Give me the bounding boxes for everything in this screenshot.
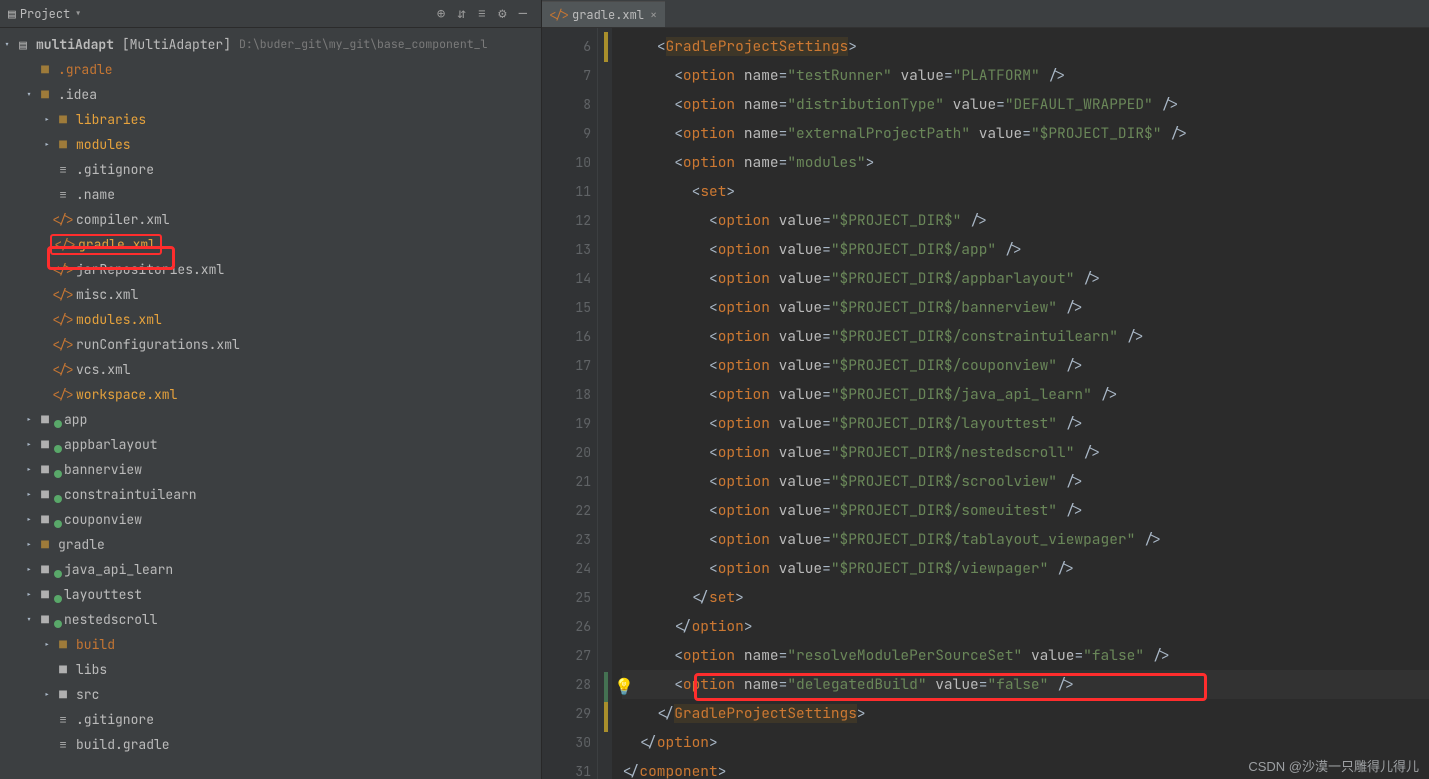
tree-item[interactable]: ≡build.gradle xyxy=(0,732,541,757)
code-line[interactable]: <option value="$PROJECT_DIR$/appbarlayou… xyxy=(622,264,1429,293)
tree-item[interactable]: ▸■bannerview xyxy=(0,457,541,482)
tree-item[interactable]: </>misc.xml xyxy=(0,282,541,307)
tree-item[interactable]: ▸■gradle xyxy=(0,532,541,557)
code-line[interactable]: </set> xyxy=(622,583,1429,612)
code-line[interactable]: <option name="resolveModulePerSourceSet"… xyxy=(622,641,1429,670)
tree-item[interactable]: ≡.gitignore xyxy=(0,707,541,732)
tree-item[interactable]: ▸■src xyxy=(0,682,541,707)
tree-item[interactable]: ▾■.idea xyxy=(0,82,541,107)
tree-item[interactable]: ▸■app xyxy=(0,407,541,432)
code-line[interactable]: <set> xyxy=(622,177,1429,206)
tree-item[interactable]: ≡.name xyxy=(0,182,541,207)
tree-item[interactable]: </>modules.xml xyxy=(0,307,541,332)
code-line[interactable]: <option value="$PROJECT_DIR$/someuitest"… xyxy=(622,496,1429,525)
code-line[interactable]: <option value="$PROJECT_DIR$/viewpager" … xyxy=(622,554,1429,583)
project-panel: ▤ Project ▾ ⊕ ⇵ ≡ ⚙ — ▾▤multiAdapt [Mult… xyxy=(0,0,542,779)
code-line[interactable]: <GradleProjectSettings> xyxy=(622,32,1429,61)
code-line[interactable]: <option name="delegatedBuild" value="fal… xyxy=(622,670,1429,699)
tree-item[interactable]: </>runConfigurations.xml xyxy=(0,332,541,357)
code-line[interactable]: <option name="distributionType" value="D… xyxy=(622,90,1429,119)
code-line[interactable]: <option value="$PROJECT_DIR$/bannerview"… xyxy=(622,293,1429,322)
tree-item[interactable]: ▾■nestedscroll xyxy=(0,607,541,632)
code-line[interactable]: </option> xyxy=(622,728,1429,757)
code-line[interactable]: <option name="testRunner" value="PLATFOR… xyxy=(622,61,1429,90)
tree-item[interactable]: </>jarRepositories.xml xyxy=(0,257,541,282)
tree-item[interactable]: </>vcs.xml xyxy=(0,357,541,382)
project-title[interactable]: Project xyxy=(20,6,70,22)
tree-item[interactable]: </>workspace.xml xyxy=(0,382,541,407)
code-content[interactable]: <GradleProjectSettings> <option name="te… xyxy=(612,28,1429,779)
tree-item[interactable]: ■libs xyxy=(0,657,541,682)
target-icon[interactable]: ⊕ xyxy=(437,5,445,23)
watermark: CSDN @沙漠一只雕得儿得儿 xyxy=(1248,756,1419,775)
tree-item[interactable]: ▸■modules xyxy=(0,132,541,157)
tree-item[interactable]: ▸■libraries xyxy=(0,107,541,132)
code-line[interactable]: <option value="$PROJECT_DIR$/nestedscrol… xyxy=(622,438,1429,467)
tree-item[interactable]: </>compiler.xml xyxy=(0,207,541,232)
tree-item[interactable]: ▸■java_api_learn xyxy=(0,557,541,582)
tree-item[interactable]: </>gradle.xml xyxy=(0,232,541,257)
tree-item[interactable]: ≡.gitignore xyxy=(0,157,541,182)
code-line[interactable]: <option value="$PROJECT_DIR$/layouttest"… xyxy=(622,409,1429,438)
tree-item[interactable]: ▸■build xyxy=(0,632,541,657)
tree-item[interactable]: ▸■constraintuilearn xyxy=(0,482,541,507)
tree-root[interactable]: ▾▤multiAdapt [MultiAdapter]D:\buder_git\… xyxy=(0,32,541,57)
tree-item[interactable]: ■.gradle xyxy=(0,57,541,82)
code-line[interactable]: <option value="$PROJECT_DIR$/constraintu… xyxy=(622,322,1429,351)
tab-gradle-xml[interactable]: </> gradle.xml × xyxy=(542,1,665,27)
code-line[interactable]: </GradleProjectSettings> xyxy=(622,699,1429,728)
chevron-down-icon[interactable]: ▾ xyxy=(74,5,82,22)
code-line[interactable]: <option value="$PROJECT_DIR$/app" /> xyxy=(622,235,1429,264)
gear-icon[interactable]: ⚙ xyxy=(498,5,506,23)
project-icon: ▤ xyxy=(8,5,16,22)
intention-bulb-icon[interactable]: 💡 xyxy=(614,676,634,697)
editor-tabs: </> gradle.xml × xyxy=(542,0,1429,28)
code-area: 6789101112131415161718192021222324252627… xyxy=(542,28,1429,779)
hide-icon[interactable]: — xyxy=(519,5,527,23)
editor-panel: </> gradle.xml × 67891011121314151617181… xyxy=(542,0,1429,779)
code-line[interactable]: <option value="$PROJECT_DIR$/java_api_le… xyxy=(622,380,1429,409)
sort-icon[interactable]: ⇵ xyxy=(457,5,465,23)
project-tree[interactable]: ▾▤multiAdapt [MultiAdapter]D:\buder_git\… xyxy=(0,28,541,779)
tree-item[interactable]: ▸■couponview xyxy=(0,507,541,532)
tree-item[interactable]: ▸■layouttest xyxy=(0,582,541,607)
code-line[interactable]: <option value="$PROJECT_DIR$/tablayout_v… xyxy=(622,525,1429,554)
code-line[interactable]: <option name="externalProjectPath" value… xyxy=(622,119,1429,148)
xml-file-icon: </> xyxy=(550,7,568,23)
code-line[interactable]: <option value="$PROJECT_DIR$" /> xyxy=(622,206,1429,235)
code-line[interactable]: </option> xyxy=(622,612,1429,641)
code-line[interactable]: <option name="modules"> xyxy=(622,148,1429,177)
code-line[interactable]: <option value="$PROJECT_DIR$/scroolview"… xyxy=(622,467,1429,496)
project-header: ▤ Project ▾ ⊕ ⇵ ≡ ⚙ — xyxy=(0,0,541,28)
gutter-change-marks xyxy=(604,28,608,779)
tab-label: gradle.xml xyxy=(572,7,644,23)
close-icon[interactable]: × xyxy=(650,7,657,23)
code-line[interactable]: <option value="$PROJECT_DIR$/couponview"… xyxy=(622,351,1429,380)
collapse-icon[interactable]: ≡ xyxy=(478,5,486,23)
tree-item[interactable]: ▸■appbarlayout xyxy=(0,432,541,457)
line-gutter[interactable]: 6789101112131415161718192021222324252627… xyxy=(542,28,598,779)
